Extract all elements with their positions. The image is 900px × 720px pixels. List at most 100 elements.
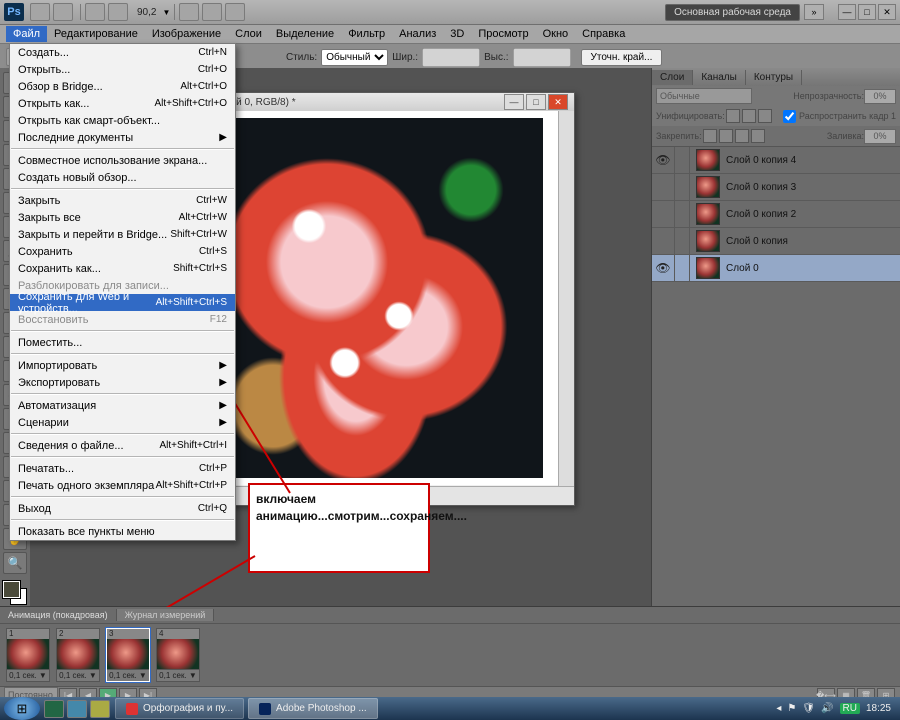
tray-clock[interactable]: 18:25	[866, 703, 891, 714]
taskbar-task[interactable]: Орфография и пу...	[115, 698, 244, 719]
menu-item[interactable]: Печать одного экземпляраAlt+Shift+Ctrl+P	[10, 477, 235, 494]
menu-3d[interactable]: 3D	[443, 26, 471, 42]
menu-item[interactable]: Импортировать▶	[10, 357, 235, 374]
animation-frame[interactable]: 10,1 сек. ▼	[6, 628, 50, 682]
menu-item[interactable]: Автоматизация▶	[10, 397, 235, 414]
taskbar-task[interactable]: Adobe Photoshop ...	[248, 698, 378, 719]
layer-link-col[interactable]	[675, 201, 690, 227]
arrange-docs-icon[interactable]	[202, 3, 222, 21]
unify-vis-icon[interactable]	[742, 109, 756, 123]
layer-name[interactable]: Слой 0 копия 2	[726, 209, 796, 220]
frame-delay[interactable]: 0,1 сек. ▼	[7, 669, 49, 681]
menu-item[interactable]: Сохранить для Web и устройств...Alt+Shif…	[10, 294, 235, 311]
frame-delay[interactable]: 0,1 сек. ▼	[157, 669, 199, 681]
layer-link-col[interactable]	[675, 147, 690, 173]
menu-item[interactable]: Закрыть и перейти в Bridge...Shift+Ctrl+…	[10, 226, 235, 243]
layer-visibility-icon[interactable]: 👁	[652, 147, 675, 173]
start-button[interactable]: ⊞	[4, 697, 40, 720]
menu-редактирование[interactable]: Редактирование	[47, 26, 145, 42]
blend-mode-select[interactable]: Обычные	[656, 88, 752, 104]
menu-item[interactable]: Создать...Ctrl+N	[10, 44, 235, 61]
vertical-scrollbar[interactable]	[558, 111, 574, 487]
close-button[interactable]: ✕	[878, 4, 896, 20]
layer-link-col[interactable]	[675, 174, 690, 200]
view-extras-icon[interactable]	[85, 3, 105, 21]
doc-close-button[interactable]: ✕	[548, 94, 568, 110]
menu-item[interactable]: Поместить...	[10, 334, 235, 351]
hand-icon[interactable]	[179, 3, 199, 21]
menu-item[interactable]: Открыть как...Alt+Shift+Ctrl+O	[10, 95, 235, 112]
menu-фильтр[interactable]: Фильтр	[341, 26, 392, 42]
height-input[interactable]	[513, 48, 571, 67]
tray-icon[interactable]: 🔊	[821, 703, 833, 714]
frame-delay[interactable]: 0,1 сек. ▼	[107, 669, 149, 681]
layer-row[interactable]: Слой 0 копия	[652, 228, 900, 255]
tray-icon[interactable]: ⚑	[787, 703, 796, 714]
lock-pos-icon[interactable]	[735, 129, 749, 143]
tab-channels[interactable]: Каналы	[693, 70, 746, 85]
layer-name[interactable]: Слой 0	[726, 263, 759, 274]
bridge-icon[interactable]	[30, 3, 50, 21]
unify-style-icon[interactable]	[758, 109, 772, 123]
tab-paths[interactable]: Контуры	[746, 70, 802, 85]
quicklaunch-icon[interactable]	[44, 700, 64, 718]
zoom-tool-icon[interactable]: 🔍	[3, 552, 27, 574]
doc-minimize-button[interactable]: —	[504, 94, 524, 110]
menu-item[interactable]: Последние документы▶	[10, 129, 235, 146]
lock-pixels-icon[interactable]	[719, 129, 733, 143]
menu-окно[interactable]: Окно	[536, 26, 576, 42]
menu-справка[interactable]: Справка	[575, 26, 632, 42]
layer-thumbnail[interactable]	[696, 203, 720, 225]
zoom-level[interactable]: 90,2	[137, 7, 156, 18]
menu-item[interactable]: Экспортировать▶	[10, 374, 235, 391]
style-select[interactable]: Обычный	[321, 49, 388, 66]
maximize-button[interactable]: □	[858, 4, 876, 20]
tab-animation[interactable]: Анимация (покадровая)	[0, 609, 117, 621]
tray-lang[interactable]: RU	[840, 703, 860, 714]
quicklaunch-icon[interactable]	[90, 700, 110, 718]
menu-item[interactable]: Закрыть всеAlt+Ctrl+W	[10, 209, 235, 226]
zoom-chevron-icon[interactable]: ▼	[162, 8, 170, 17]
tab-measurements[interactable]: Журнал измерений	[117, 609, 215, 621]
view-doc-icon[interactable]	[108, 3, 128, 21]
unify-pos-icon[interactable]	[726, 109, 740, 123]
menu-item[interactable]: Показать все пункты меню	[10, 523, 235, 540]
animation-frame[interactable]: 20,1 сек. ▼	[56, 628, 100, 682]
fg-color-swatch[interactable]	[3, 581, 20, 598]
frame-delay[interactable]: 0,1 сек. ▼	[57, 669, 99, 681]
layer-link-col[interactable]	[675, 228, 690, 254]
minibr-icon[interactable]	[53, 3, 73, 21]
lock-trans-icon[interactable]	[703, 129, 717, 143]
menu-item[interactable]: ЗакрытьCtrl+W	[10, 192, 235, 209]
screen-mode-icon[interactable]	[225, 3, 245, 21]
tray-chevron-icon[interactable]: ◂	[776, 703, 781, 714]
menu-item[interactable]: ВыходCtrl+Q	[10, 500, 235, 517]
layer-name[interactable]: Слой 0 копия 3	[726, 182, 796, 193]
layer-row[interactable]: Слой 0 копия 2	[652, 201, 900, 228]
color-swatches[interactable]	[3, 581, 27, 605]
layer-link-col[interactable]	[675, 255, 690, 281]
animation-frame[interactable]: 30,1 сек. ▼	[106, 628, 150, 682]
menu-item[interactable]: Сценарии▶	[10, 414, 235, 431]
menu-просмотр[interactable]: Просмотр	[471, 26, 535, 42]
menu-слои[interactable]: Слои	[228, 26, 269, 42]
menu-изображение[interactable]: Изображение	[145, 26, 228, 42]
layer-visibility-icon[interactable]	[652, 228, 675, 254]
menu-item[interactable]: Открыть как смарт-объект...	[10, 112, 235, 129]
menu-item[interactable]: Обзор в Bridge...Alt+Ctrl+O	[10, 78, 235, 95]
doc-maximize-button[interactable]: □	[526, 94, 546, 110]
menu-файл[interactable]: Файл	[6, 26, 47, 42]
menu-item[interactable]: Печатать...Ctrl+P	[10, 460, 235, 477]
menu-item[interactable]: Открыть...Ctrl+O	[10, 61, 235, 78]
menu-item[interactable]: Сведения о файле...Alt+Shift+Ctrl+I	[10, 437, 235, 454]
layer-visibility-icon[interactable]	[652, 174, 675, 200]
menu-анализ[interactable]: Анализ	[392, 26, 443, 42]
tray-icon[interactable]: 🛡	[802, 703, 815, 714]
layer-row[interactable]: Слой 0 копия 3	[652, 174, 900, 201]
animation-frame[interactable]: 40,1 сек. ▼	[156, 628, 200, 682]
layer-row[interactable]: 👁Слой 0 копия 4	[652, 147, 900, 174]
layer-row[interactable]: 👁Слой 0	[652, 255, 900, 282]
menu-item[interactable]: Сохранить как...Shift+Ctrl+S	[10, 260, 235, 277]
workspace-switcher[interactable]: Основная рабочая среда	[665, 4, 800, 21]
expand-panels-icon[interactable]: »	[804, 4, 824, 20]
